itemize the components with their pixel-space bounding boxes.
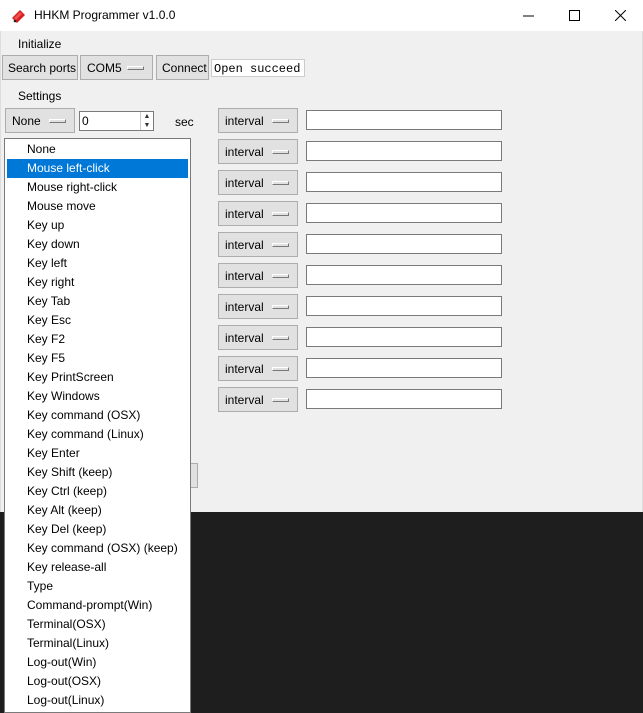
dropdown-indicator-icon [272, 367, 289, 371]
close-button[interactable] [597, 0, 643, 31]
dropdown-option[interactable]: Key command (OSX) (keep) [5, 539, 190, 558]
dropdown-option[interactable]: Key down [5, 235, 190, 254]
settings-label: Settings [18, 89, 62, 103]
interval-value-input[interactable] [306, 358, 502, 378]
dropdown-option[interactable]: Key F5 [5, 349, 190, 368]
dropdown-indicator-icon [272, 150, 289, 154]
dropdown-option[interactable]: Key Shift (keep) [5, 463, 190, 482]
dropdown-indicator-icon [127, 66, 144, 70]
dropdown-option[interactable]: Key command (Linux) [5, 425, 190, 444]
connect-button[interactable]: Connect [156, 55, 209, 80]
delay-unit-label: sec [175, 115, 194, 129]
interval-select-value: interval [225, 206, 264, 221]
dropdown-option[interactable]: Log-out(OSX) [5, 672, 190, 691]
dropdown-indicator-icon [49, 119, 66, 123]
dropdown-option[interactable]: None [5, 140, 190, 159]
dropdown-indicator-icon [272, 243, 289, 247]
interval-value-input[interactable] [306, 296, 502, 316]
interval-value-input[interactable] [306, 203, 502, 223]
maximize-icon [568, 10, 580, 21]
spin-up-icon[interactable]: ▲ [141, 112, 153, 121]
interval-select[interactable]: interval [218, 108, 298, 133]
dropdown-option[interactable]: Key right [5, 273, 190, 292]
status-field: Open succeed [211, 59, 305, 77]
dropdown-option[interactable]: Key Ctrl (keep) [5, 482, 190, 501]
dropdown-option[interactable]: Key Esc [5, 311, 190, 330]
dropdown-option[interactable]: Key Alt (keep) [5, 501, 190, 520]
interval-value-input[interactable] [306, 265, 502, 285]
interval-select[interactable]: interval [218, 232, 298, 257]
dropdown-option[interactable]: Command-prompt(Win) [5, 596, 190, 615]
action-select-value: None [12, 113, 41, 128]
interval-select-value: interval [225, 299, 264, 314]
interval-value-input[interactable] [306, 141, 502, 161]
interval-select[interactable]: interval [218, 356, 298, 381]
dropdown-option[interactable]: Mouse right-click [5, 178, 190, 197]
hhkm-keyboard-icon [12, 10, 25, 23]
interval-value-input[interactable] [306, 327, 502, 347]
maximize-button[interactable] [551, 0, 597, 31]
interval-select-value: interval [225, 175, 264, 190]
minimize-button[interactable] [505, 0, 551, 31]
interval-select[interactable]: interval [218, 139, 298, 164]
interval-select[interactable]: interval [218, 263, 298, 288]
dropdown-option[interactable]: Key Tab [5, 292, 190, 311]
port-select-value: COM5 [87, 60, 122, 75]
dropdown-option[interactable]: Key F2 [5, 330, 190, 349]
dropdown-option[interactable]: Key command (OSX) [5, 406, 190, 425]
interval-select[interactable]: interval [218, 201, 298, 226]
dropdown-indicator-icon [272, 119, 289, 123]
dropdown-option[interactable]: Key PrintScreen [5, 368, 190, 387]
dropdown-option[interactable]: Key Del (keep) [5, 520, 190, 539]
dropdown-option[interactable]: Log-out(Linux) [5, 691, 190, 710]
dropdown-option[interactable]: Key left [5, 254, 190, 273]
dropdown-option[interactable]: Key release-all [5, 558, 190, 577]
dropdown-option[interactable]: Key Windows [5, 387, 190, 406]
dropdown-option[interactable]: Log-out(Win) [5, 653, 190, 672]
search-ports-button[interactable]: Search ports [2, 55, 78, 80]
interval-select-value: interval [225, 113, 264, 128]
interval-select-value: interval [225, 361, 264, 376]
interval-select-value: interval [225, 268, 264, 283]
dropdown-option[interactable]: Terminal(Linux) [5, 634, 190, 653]
dropdown-indicator-icon [272, 398, 289, 402]
dropdown-option[interactable]: Key Enter [5, 444, 190, 463]
interval-select[interactable]: interval [218, 170, 298, 195]
title-bar: HHKM Programmer v1.0.0 [0, 0, 643, 31]
interval-select-value: interval [225, 392, 264, 407]
interval-select-value: interval [225, 330, 264, 345]
dropdown-indicator-icon [272, 212, 289, 216]
spin-down-icon[interactable]: ▼ [141, 121, 153, 130]
interval-select-value: interval [225, 144, 264, 159]
interval-value-input[interactable] [306, 172, 502, 192]
dropdown-option[interactable]: Mouse left-click [7, 159, 188, 178]
dropdown-indicator-icon [272, 305, 289, 309]
action-select-1[interactable]: None [5, 108, 75, 133]
interval-select-value: interval [225, 237, 264, 252]
dropdown-option[interactable]: Mouse move [5, 197, 190, 216]
close-icon [614, 10, 626, 21]
interval-value-input[interactable] [306, 234, 502, 254]
dropdown-option[interactable]: Type [5, 577, 190, 596]
interval-value-input[interactable] [306, 110, 502, 130]
interval-select[interactable]: interval [218, 387, 298, 412]
dropdown-option[interactable]: Key up [5, 216, 190, 235]
interval-value-input[interactable] [306, 389, 502, 409]
port-select[interactable]: COM5 [80, 55, 153, 80]
interval-select[interactable]: interval [218, 294, 298, 319]
delay-spinbox[interactable]: 0 ▲ ▼ [79, 111, 154, 131]
spin-arrows[interactable]: ▲ ▼ [140, 112, 153, 130]
action-dropdown-list: None Mouse left-click Mouse right-click Mou… [4, 138, 191, 713]
dropdown-indicator-icon [272, 336, 289, 340]
dropdown-option[interactable]: Terminal(OSX) [5, 615, 190, 634]
window-title: HHKM Programmer v1.0.0 [34, 8, 176, 22]
dropdown-indicator-icon [272, 181, 289, 185]
dropdown-indicator-icon [272, 274, 289, 278]
interval-select[interactable]: interval [218, 325, 298, 350]
minimize-icon [522, 15, 534, 17]
initialize-label: Initialize [18, 37, 62, 51]
delay-value: 0 [82, 114, 89, 128]
